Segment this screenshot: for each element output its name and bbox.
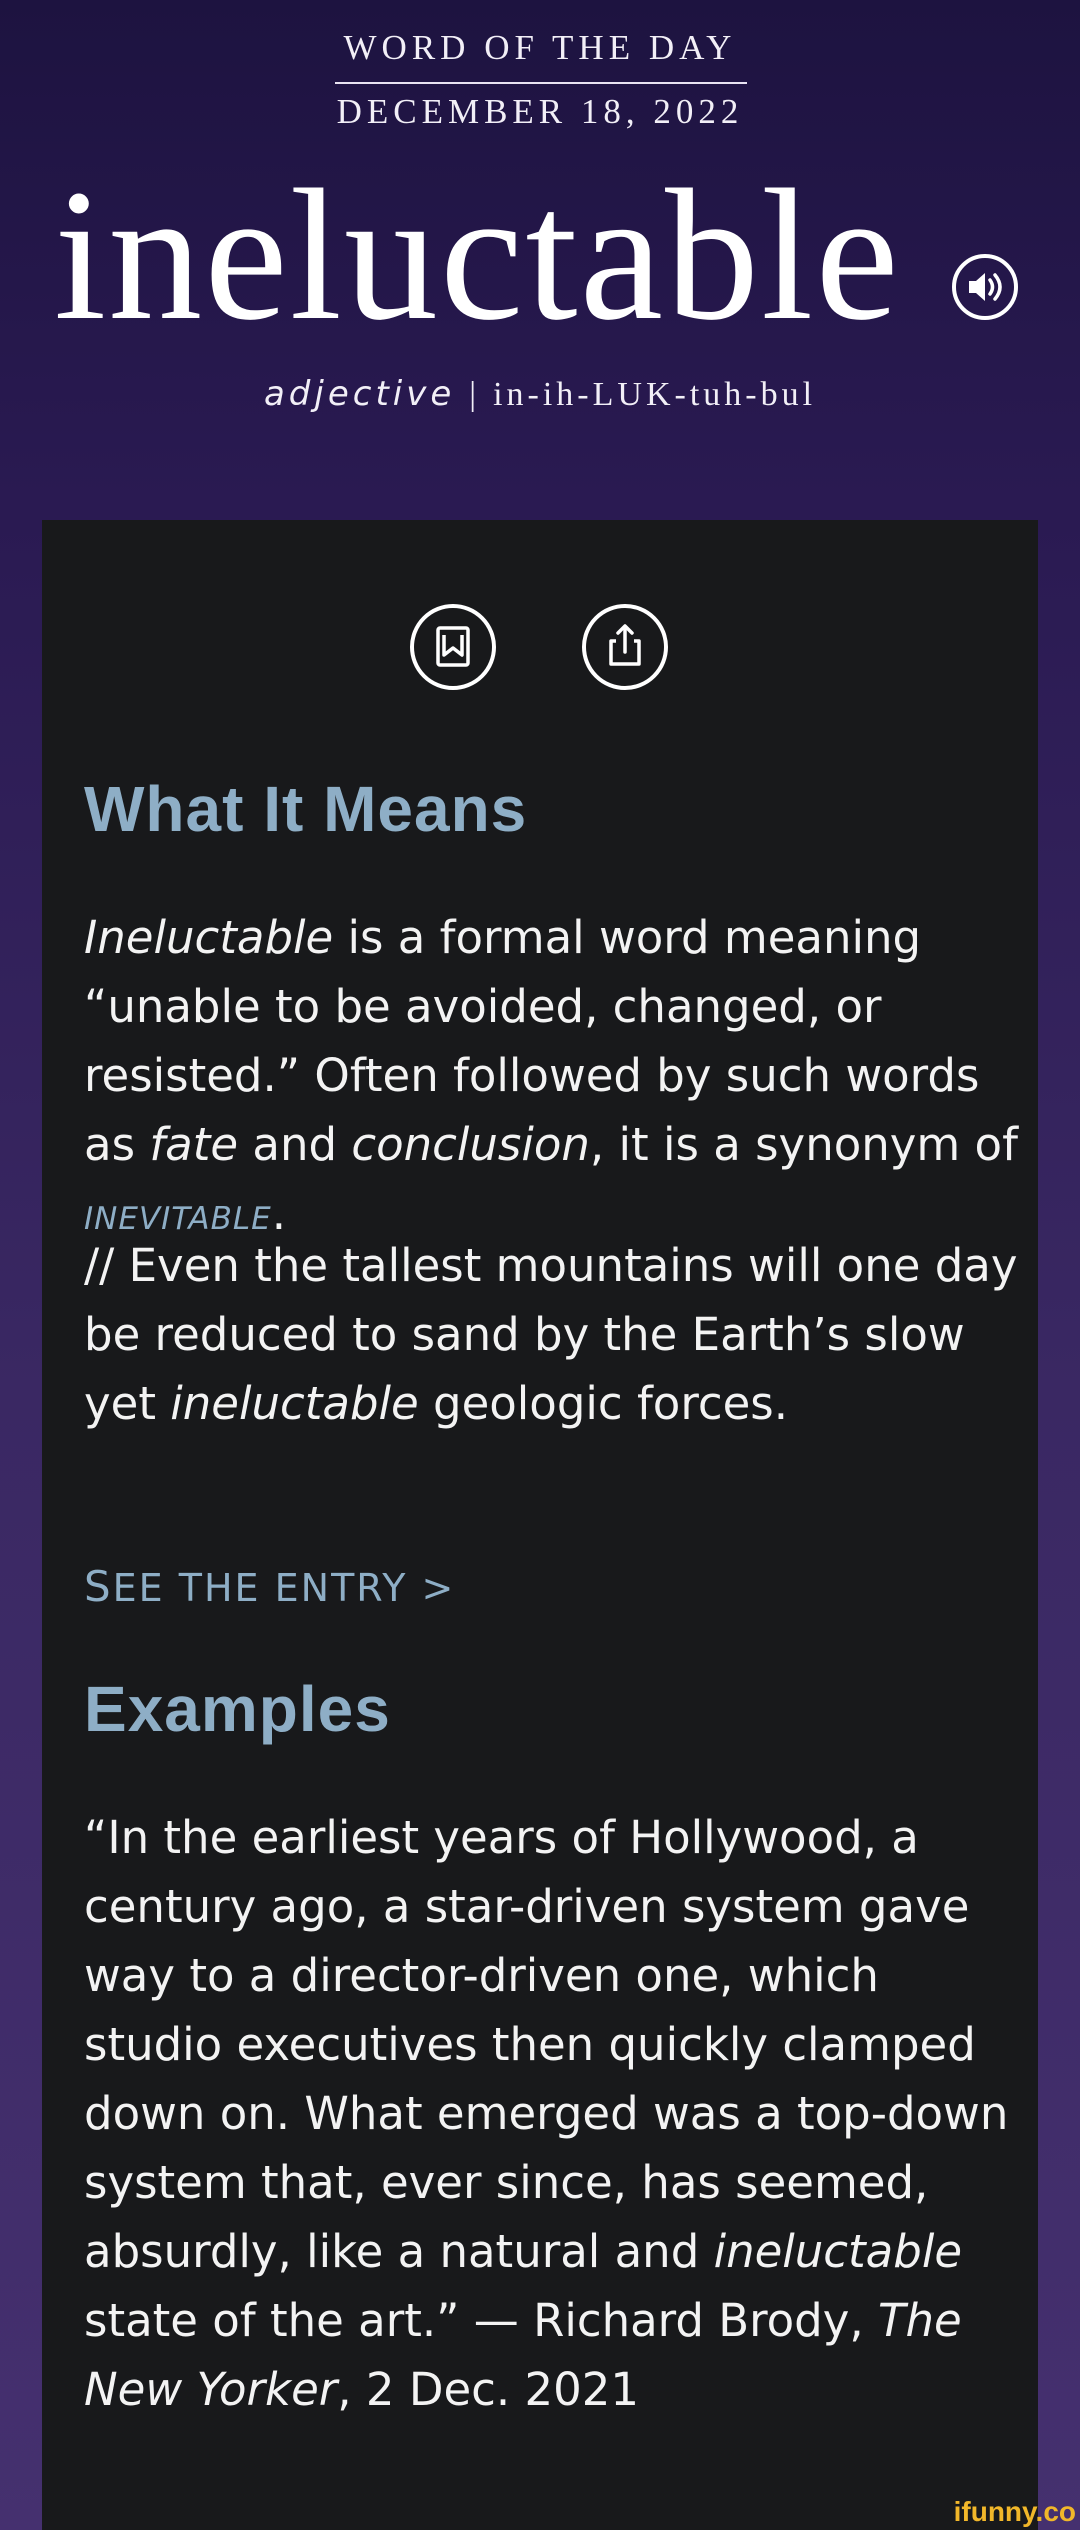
example-quote: “In the earliest years of Hollywood, a c… xyxy=(84,1811,1009,2416)
speaker-icon xyxy=(969,273,1002,301)
share-button[interactable] xyxy=(582,604,668,690)
part-of-speech: adjective xyxy=(263,374,456,414)
bookmark-button[interactable] xyxy=(410,604,496,690)
share-icon xyxy=(609,624,641,666)
headword-italic: Ineluctable xyxy=(84,911,334,964)
italic-fate: fate xyxy=(149,1118,239,1171)
watermark: ifunny.co xyxy=(953,2496,1076,2527)
eyebrow-label: WORD OF THE DAY xyxy=(343,28,737,67)
example-sentence: // Even the tallest mountains will one d… xyxy=(84,1239,1018,1430)
italic-conclusion: conclusion xyxy=(351,1118,590,1171)
italic-ineluctable: ineluctable xyxy=(170,1377,419,1430)
headword: ineluctable xyxy=(54,150,901,359)
bookmark-icon xyxy=(436,626,470,667)
see-the-entry-link[interactable]: SEE THE ENTRY > xyxy=(84,1562,455,1611)
italic-ineluctable-quote: ineluctable xyxy=(713,2225,963,2278)
definition-paragraph: Ineluctable is a formal word meaning “un… xyxy=(84,911,1018,1240)
definition-card: What It Means Ineluctable is a formal wo… xyxy=(42,520,1038,2530)
pronunciation: in-ih-LUK-tuh-bul xyxy=(493,376,817,413)
date-label: DECEMBER 18, 2022 xyxy=(336,92,744,131)
part-of-speech-line: adjective | in-ih-LUK-tuh-bul xyxy=(0,374,1080,414)
word-of-the-day-header: WORD OF THE DAY DECEMBER 18, 2022 ineluc… xyxy=(0,0,1080,520)
pronunciation-audio-button[interactable] xyxy=(952,254,1018,320)
separator: | xyxy=(469,376,480,413)
what-it-means-heading: What It Means xyxy=(84,773,528,845)
eyebrow-divider xyxy=(335,82,747,84)
examples-heading: Examples xyxy=(84,1673,391,1745)
